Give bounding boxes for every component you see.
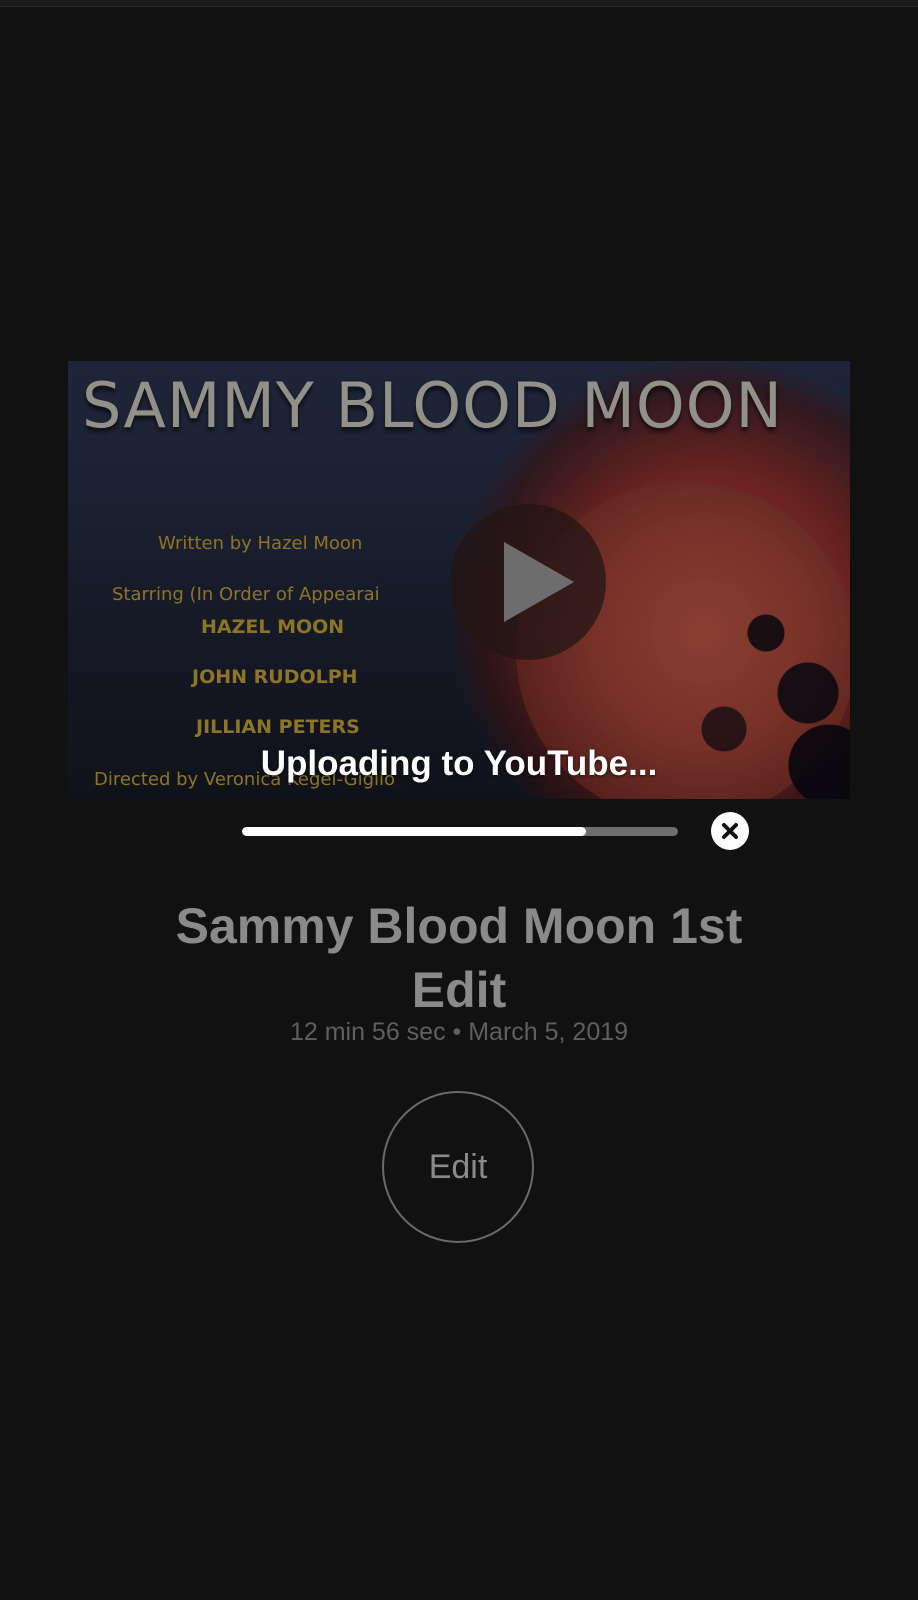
status-divider bbox=[0, 0, 918, 7]
upload-status-text: Uploading to YouTube... bbox=[260, 744, 658, 783]
close-icon bbox=[722, 823, 738, 839]
cancel-upload-button[interactable] bbox=[711, 812, 749, 850]
edit-button[interactable]: Edit bbox=[382, 1091, 534, 1243]
video-thumbnail[interactable]: SAMMY BLOOD MOON Written by Hazel Moon S… bbox=[68, 361, 850, 799]
video-meta: 12 min 56 sec • March 5, 2019 bbox=[289, 1018, 629, 1046]
video-title: Sammy Blood Moon 1st Edit bbox=[175, 898, 743, 1018]
play-icon[interactable] bbox=[450, 504, 606, 660]
upload-progress-bar bbox=[242, 827, 678, 836]
upload-progress-fill bbox=[242, 827, 587, 836]
